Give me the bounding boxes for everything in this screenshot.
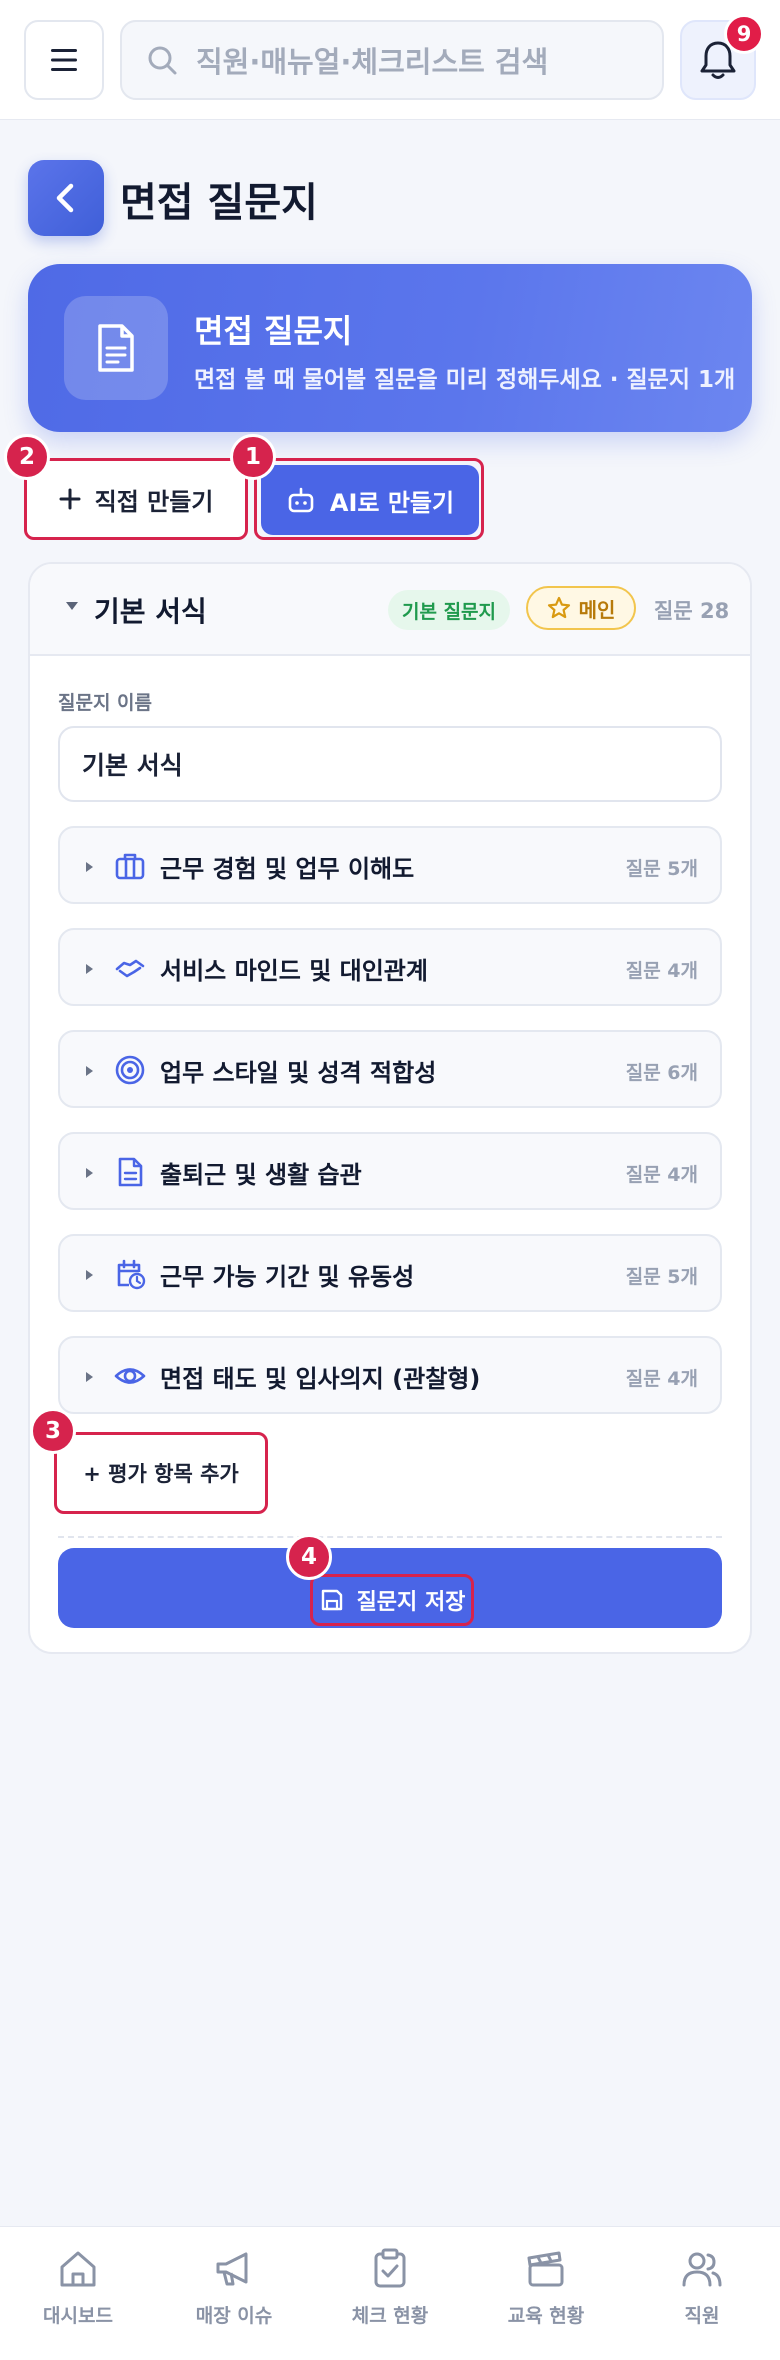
back-button[interactable] [28, 160, 104, 236]
category-item[interactable]: 서비스 마인드 및 대인관계 질문 4개 [58, 928, 722, 1006]
caret-right-icon [86, 1168, 93, 1178]
category-item[interactable]: 출퇴근 및 생활 습관 질문 4개 [58, 1132, 722, 1210]
questionnaire-card: 기본 서식 기본 질문지 메인 질문 28 질문지 이름 기본 서식 근무 경험… [28, 562, 752, 1654]
add-evaluation-item-button[interactable]: + 평가 항목 추가 [54, 1432, 268, 1514]
hero-title: 면접 질문지 [194, 312, 353, 350]
category-count: 질문 4개 [625, 960, 698, 982]
nav-check-status[interactable]: 체크 현황 [312, 2247, 468, 2347]
hero-card: 면접 질문지 면접 볼 때 물어볼 질문을 미리 정해두세요 · 질문지 1개 [28, 264, 752, 432]
search-placeholder: 직원·매뉴얼·체크리스트 검색 [196, 45, 549, 79]
nav-label: 매장 이슈 [195, 2305, 273, 2327]
questionnaire-header[interactable]: 기본 서식 기본 질문지 메인 질문 28 [30, 564, 750, 656]
clipboard-check-icon [374, 2248, 406, 2288]
save-icon [321, 1589, 342, 1611]
caret-right-icon [86, 1372, 93, 1382]
document-icon [118, 1157, 143, 1187]
total-question-count: 질문 28 [654, 599, 730, 623]
caret-right-icon [86, 862, 93, 872]
questionnaire-title: 기본 서식 [94, 595, 207, 628]
nav-label: 직원 [684, 2305, 720, 2327]
step-marker-3: 3 [30, 1408, 76, 1454]
category-count: 질문 5개 [625, 1266, 698, 1288]
nav-label: 체크 현황 [351, 2305, 429, 2327]
step-marker-4: 4 [286, 1534, 332, 1580]
eye-icon [114, 1368, 146, 1384]
questionnaire-name-input[interactable]: 기본 서식 [58, 726, 722, 802]
create-with-ai-button[interactable]: AI로 만들기 [261, 465, 479, 535]
step-marker-1: 1 [230, 434, 276, 480]
name-field-label: 질문지 이름 [58, 692, 153, 714]
caret-right-icon [86, 964, 93, 974]
notification-badge: 9 [724, 14, 764, 54]
category-title: 근무 가능 기간 및 유동성 [160, 1263, 415, 1291]
calendar-clock-icon [117, 1259, 146, 1290]
robot-icon [288, 487, 314, 513]
category-count: 질문 4개 [625, 1368, 698, 1390]
create-with-ai-label: AI로 만들기 [329, 488, 455, 517]
step-marker-2: 2 [4, 434, 50, 480]
caret-right-icon [86, 1066, 93, 1076]
caret-right-icon [86, 1270, 93, 1280]
category-title: 면접 태도 및 입사의지 (관찰형) [160, 1365, 481, 1393]
nav-label: 대시보드 [43, 2305, 113, 2327]
users-icon [682, 2252, 722, 2287]
briefcase-icon [115, 853, 145, 880]
basic-tag: 기본 질문지 [388, 590, 511, 630]
category-item[interactable]: 근무 경험 및 업무 이해도 질문 5개 [58, 826, 722, 904]
category-count: 질문 5개 [625, 858, 698, 880]
search-icon [148, 46, 177, 75]
nav-store-issues[interactable]: 매장 이슈 [156, 2247, 312, 2347]
nav-staff[interactable]: 직원 [624, 2247, 780, 2347]
divider [58, 1536, 722, 1538]
hamburger-icon [51, 49, 77, 71]
nav-label: 교육 현황 [507, 2305, 585, 2327]
clapperboard-icon [527, 2251, 564, 2287]
category-item[interactable]: 근무 가능 기간 및 유동성 질문 5개 [58, 1234, 722, 1312]
category-count: 질문 6개 [625, 1062, 698, 1084]
top-bar: 직원·매뉴얼·체크리스트 검색 9 [0, 0, 780, 120]
save-label: 질문지 저장 [356, 1590, 466, 1615]
document-icon [64, 296, 168, 400]
save-button-highlight[interactable]: 질문지 저장 [310, 1574, 474, 1626]
target-icon [115, 1055, 145, 1085]
page-title: 면접 질문지 [120, 180, 318, 226]
caret-down-icon [66, 602, 78, 610]
nav-training-status[interactable]: 교육 현황 [468, 2247, 624, 2347]
bottom-navigation: 대시보드 매장 이슈 체크 현황 교육 현황 직원 [0, 2226, 780, 2360]
category-count: 질문 4개 [625, 1164, 698, 1186]
category-item[interactable]: 업무 스타일 및 성격 적합성 질문 6개 [58, 1030, 722, 1108]
main-tag[interactable]: 메인 [526, 586, 636, 630]
menu-button[interactable] [24, 20, 104, 100]
category-title: 업무 스타일 및 성격 적합성 [160, 1059, 437, 1087]
chevron-left-icon [56, 183, 74, 213]
create-manual-button[interactable]: 직접 만들기 [24, 458, 248, 540]
category-title: 근무 경험 및 업무 이해도 [160, 855, 415, 883]
hero-subtitle: 면접 볼 때 물어볼 질문을 미리 정해두세요 · 질문지 1개 [194, 367, 736, 393]
main-tag-label: 메인 [578, 597, 616, 622]
handshake-icon [115, 959, 145, 978]
category-title: 서비스 마인드 및 대인관계 [160, 957, 428, 985]
search-input[interactable]: 직원·매뉴얼·체크리스트 검색 [120, 20, 664, 100]
star-icon [547, 596, 570, 619]
megaphone-icon [216, 2252, 248, 2286]
create-manual-label: 직접 만들기 [94, 487, 214, 516]
category-title: 출퇴근 및 생활 습관 [160, 1161, 362, 1189]
nav-dashboard[interactable]: 대시보드 [0, 2247, 156, 2347]
home-icon [60, 2251, 96, 2287]
plus-icon [59, 488, 81, 510]
category-item[interactable]: 면접 태도 및 입사의지 (관찰형) 질문 4개 [58, 1336, 722, 1414]
